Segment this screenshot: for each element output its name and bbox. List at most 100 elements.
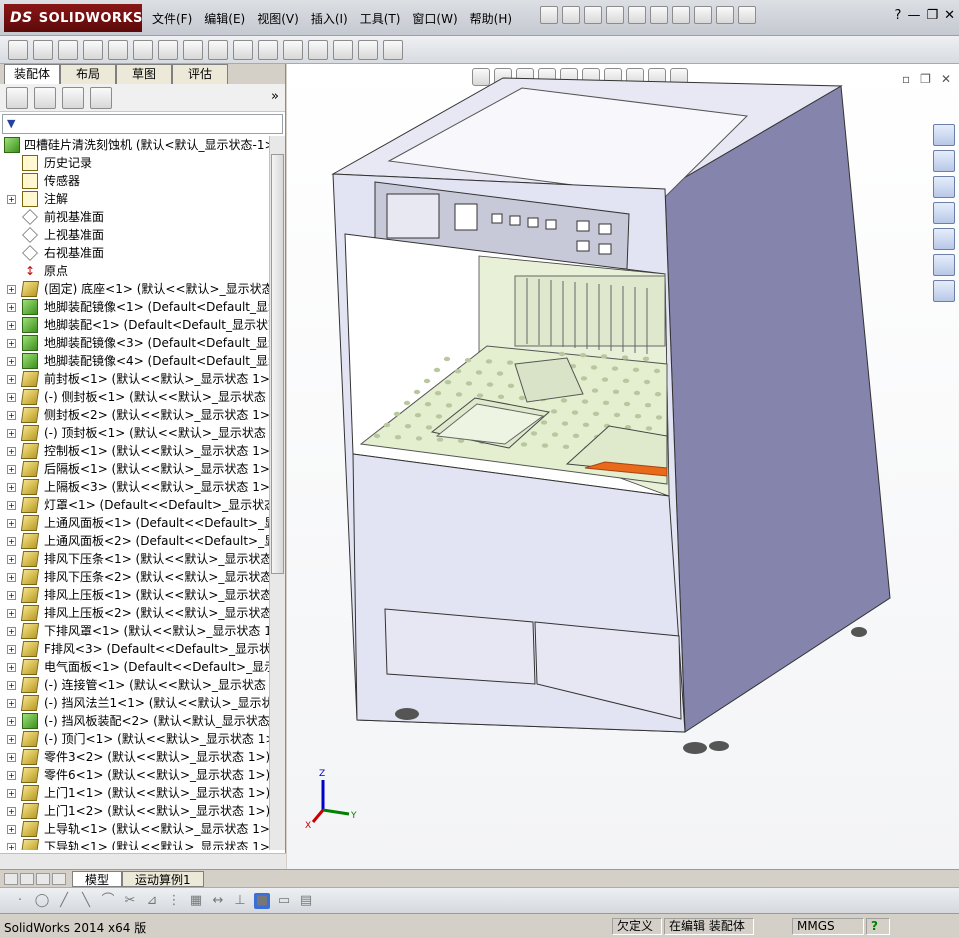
tree-item[interactable]: 四槽硅片清洗刻蚀机 (默认<默认_显示状态-1>) bbox=[0, 136, 270, 154]
tree-item[interactable]: 前视基准面 bbox=[0, 208, 270, 226]
tree-item[interactable]: + (-) 顶封板<1> (默认<<默认>_显示状态 1>) bbox=[0, 424, 270, 442]
expand-icon[interactable]: + bbox=[7, 789, 16, 798]
tree-item[interactable]: + 上通风面板<1> (Default<<Default>_显示状 bbox=[0, 514, 270, 532]
tree-item[interactable]: + (固定) 底座<1> (默认<<默认>_显示状态 1>) bbox=[0, 280, 270, 298]
tree-item[interactable]: + 上门1<1> (默认<<默认>_显示状态 1>) bbox=[0, 784, 270, 802]
expand-icon[interactable]: + bbox=[7, 375, 16, 384]
menu-file[interactable]: 文件(F) bbox=[146, 8, 198, 29]
instant3d-icon[interactable] bbox=[383, 39, 403, 60]
view-palette-icon[interactable] bbox=[933, 228, 955, 250]
expand-icon[interactable]: + bbox=[7, 645, 16, 654]
tree-horizontal-scrollbar[interactable] bbox=[0, 853, 286, 869]
help-status-icon[interactable]: ? bbox=[866, 918, 890, 935]
relations-icon[interactable]: ⊥ bbox=[232, 893, 248, 909]
move-component-icon[interactable] bbox=[133, 39, 153, 60]
table-view-icon[interactable]: ▤ bbox=[298, 893, 314, 909]
tree-item[interactable]: + 控制板<1> (默认<<默认>_显示状态 1>) bbox=[0, 442, 270, 460]
mirror-icon[interactable]: ⋮ bbox=[166, 893, 182, 909]
tree-item[interactable]: + (-) 侧封板<1> (默认<<默认>_显示状态 1>) bbox=[0, 388, 270, 406]
home-icon[interactable] bbox=[933, 150, 955, 172]
show-hidden-icon[interactable] bbox=[158, 39, 178, 60]
next-tab-icon[interactable] bbox=[36, 872, 50, 885]
tab-model[interactable]: 模型 bbox=[72, 870, 123, 887]
select-cursor-icon[interactable] bbox=[672, 6, 690, 24]
tree-item[interactable]: + 上门1<2> (默认<<默认>_显示状态 1>) bbox=[0, 802, 270, 820]
trim-icon[interactable]: ✂ bbox=[122, 893, 138, 909]
line-icon[interactable]: ╱ bbox=[56, 893, 72, 909]
tree-item[interactable]: + F排风<3> (Default<<Default>_显示状态 1>) bbox=[0, 640, 270, 658]
tree-item[interactable]: 右视基准面 bbox=[0, 244, 270, 262]
tree-item[interactable]: + 上通风面板<2> (Default<<Default>_显示状 bbox=[0, 532, 270, 550]
expand-icon[interactable]: + bbox=[7, 519, 16, 528]
expand-icon[interactable]: + bbox=[7, 429, 16, 438]
expand-icon[interactable]: + bbox=[7, 411, 16, 420]
mate-icon[interactable] bbox=[58, 39, 78, 60]
reference-geometry-icon[interactable] bbox=[208, 39, 228, 60]
display-manager-icon[interactable] bbox=[90, 86, 112, 109]
expand-icon[interactable]: + bbox=[7, 555, 16, 564]
tree-item[interactable]: + 地脚装配镜像<4> (Default<Default_显示状态 bbox=[0, 352, 270, 370]
solidworks-logo[interactable]: DS SOLIDWORKS bbox=[4, 4, 142, 32]
file-explorer-icon[interactable] bbox=[933, 202, 955, 224]
expand-icon[interactable]: + bbox=[7, 303, 16, 312]
tab-assembly[interactable]: 装配体 bbox=[4, 64, 60, 84]
new-document-icon[interactable] bbox=[562, 6, 580, 24]
tree-item[interactable]: + 电气面板<1> (Default<<Default>_显示状态 bbox=[0, 658, 270, 676]
tree-item[interactable]: + 上导轨<1> (默认<<默认>_显示状态 1>) bbox=[0, 820, 270, 838]
restore-button[interactable]: ❐ bbox=[926, 8, 938, 23]
tab-motion-study[interactable]: 运动算例1 bbox=[122, 870, 204, 887]
tree-item[interactable]: + 下排风罩<1> (默认<<默认>_显示状态 1>) bbox=[0, 622, 270, 640]
tree-item[interactable]: + 排风下压条<1> (默认<<默认>_显示状态 1> bbox=[0, 550, 270, 568]
tree-item[interactable]: + 排风上压板<2> (默认<<默认>_显示状态 1> bbox=[0, 604, 270, 622]
tree-item[interactable]: + 灯罩<1> (Default<<Default>_显示状态 1>) bbox=[0, 496, 270, 514]
linear-sketch-pattern-icon[interactable]: ▦ bbox=[188, 893, 204, 909]
interference-detection-icon[interactable] bbox=[333, 39, 353, 60]
menu-insert[interactable]: 插入(I) bbox=[305, 8, 354, 29]
expand-icon[interactable]: + bbox=[7, 843, 16, 850]
new-motion-study-icon[interactable] bbox=[233, 39, 253, 60]
undo-icon[interactable] bbox=[650, 6, 668, 24]
edit-component-icon[interactable] bbox=[8, 39, 28, 60]
expand-icon[interactable]: + bbox=[7, 195, 16, 204]
expand-icon[interactable]: + bbox=[7, 771, 16, 780]
tree-item[interactable]: + (-) 挡风法兰1<1> (默认<<默认>_显示状态 bbox=[0, 694, 270, 712]
appearances-icon[interactable] bbox=[933, 254, 955, 276]
tree-item[interactable]: + 地脚装配镜像<3> (Default<Default_显示状态 bbox=[0, 334, 270, 352]
property-manager-icon[interactable] bbox=[34, 86, 56, 109]
exploded-view-icon[interactable] bbox=[283, 39, 303, 60]
expand-icon[interactable]: + bbox=[7, 753, 16, 762]
tree-item[interactable]: + 排风上压板<1> (默认<<默认>_显示状态 1> bbox=[0, 586, 270, 604]
tree-item[interactable]: + 排风下压条<2> (默认<<默认>_显示状态 1> bbox=[0, 568, 270, 586]
configuration-manager-icon[interactable] bbox=[62, 86, 84, 109]
expand-icon[interactable]: + bbox=[7, 573, 16, 582]
linear-pattern-icon[interactable] bbox=[83, 39, 103, 60]
expand-icon[interactable]: + bbox=[7, 447, 16, 456]
tree-item[interactable]: + 侧封板<2> (默认<<默认>_显示状态 1>) bbox=[0, 406, 270, 424]
tree-filter[interactable]: ▼ bbox=[2, 114, 283, 134]
pin-icon[interactable] bbox=[540, 6, 558, 24]
options-icon[interactable] bbox=[716, 6, 734, 24]
units-status[interactable]: MMGS bbox=[792, 918, 864, 935]
menu-window[interactable]: 窗口(W) bbox=[406, 8, 463, 29]
expand-icon[interactable]: + bbox=[7, 393, 16, 402]
tree-item[interactable]: + 下导轨<1> (默认<<默认>_显示状态 1>) bbox=[0, 838, 270, 850]
warning-icon[interactable] bbox=[606, 6, 624, 24]
first-tab-icon[interactable] bbox=[4, 872, 18, 885]
expand-icon[interactable]: + bbox=[7, 285, 16, 294]
expand-icon[interactable]: + bbox=[7, 537, 16, 546]
tab-sketch[interactable]: 草图 bbox=[116, 64, 172, 84]
tree-item[interactable]: + 零件6<1> (默认<<默认>_显示状态 1>) bbox=[0, 766, 270, 784]
expand-icon[interactable]: + bbox=[7, 465, 16, 474]
tree-item[interactable]: + 零件3<2> (默认<<默认>_显示状态 1>) bbox=[0, 748, 270, 766]
expand-icon[interactable]: + bbox=[7, 609, 16, 618]
menu-view[interactable]: 视图(V) bbox=[251, 8, 305, 29]
expand-icon[interactable]: + bbox=[7, 339, 16, 348]
tree-item[interactable]: 历史记录 bbox=[0, 154, 270, 172]
tree-item[interactable]: 上视基准面 bbox=[0, 226, 270, 244]
last-tab-icon[interactable] bbox=[52, 872, 66, 885]
feature-tree-icon[interactable] bbox=[6, 86, 28, 109]
offset-icon[interactable]: ⊿ bbox=[144, 893, 160, 909]
expand-icon[interactable]: + bbox=[7, 483, 16, 492]
tree-item[interactable]: + 后隔板<1> (默认<<默认>_显示状态 1>) bbox=[0, 460, 270, 478]
custom-properties-icon[interactable] bbox=[933, 280, 955, 302]
